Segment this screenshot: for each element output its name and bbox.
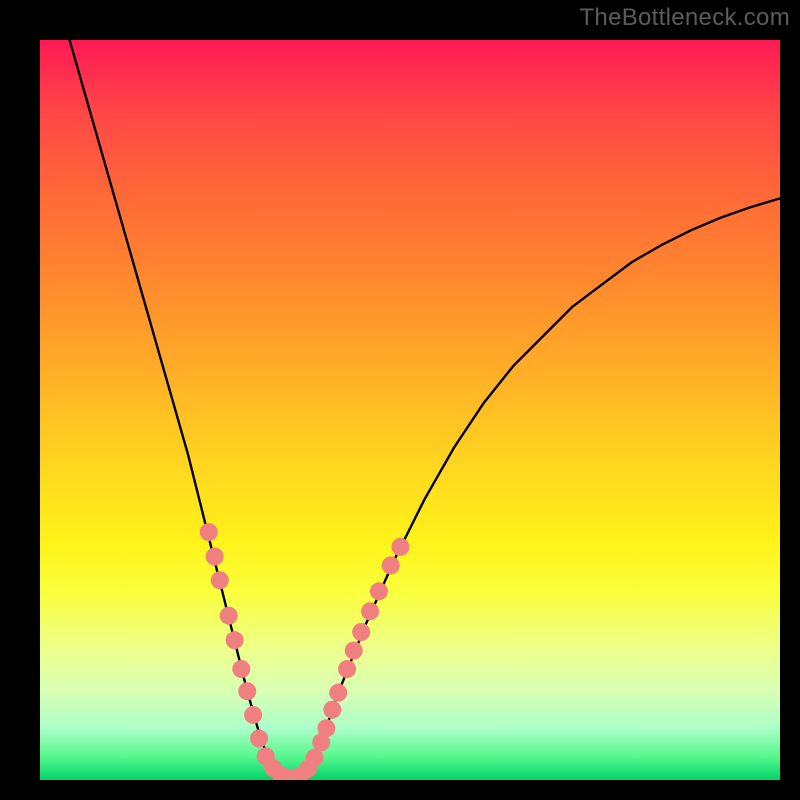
plot-area — [40, 40, 780, 780]
highlight-dot — [200, 523, 218, 541]
highlight-dot — [220, 607, 238, 625]
highlight-dot — [323, 701, 341, 719]
highlight-dot — [211, 571, 229, 589]
highlight-dot — [206, 548, 224, 566]
highlight-dot — [250, 730, 268, 748]
curve-svg — [40, 40, 780, 780]
highlight-dot — [306, 749, 324, 767]
highlight-dot — [382, 556, 400, 574]
highlight-dot — [317, 719, 335, 737]
highlight-dot — [352, 623, 370, 641]
highlight-dot — [244, 706, 262, 724]
highlight-dots-group — [200, 523, 410, 780]
highlight-dot — [226, 631, 244, 649]
highlight-dot — [361, 602, 379, 620]
bottleneck-curve-path — [70, 40, 780, 780]
highlight-dot — [238, 682, 256, 700]
highlight-dot — [370, 582, 388, 600]
chart-frame: TheBottleneck.com — [0, 0, 800, 800]
highlight-dot — [329, 684, 347, 702]
highlight-dot — [232, 660, 250, 678]
highlight-dot — [391, 538, 409, 556]
watermark-text: TheBottleneck.com — [579, 4, 790, 32]
highlight-dot — [345, 642, 363, 660]
highlight-dot — [338, 660, 356, 678]
